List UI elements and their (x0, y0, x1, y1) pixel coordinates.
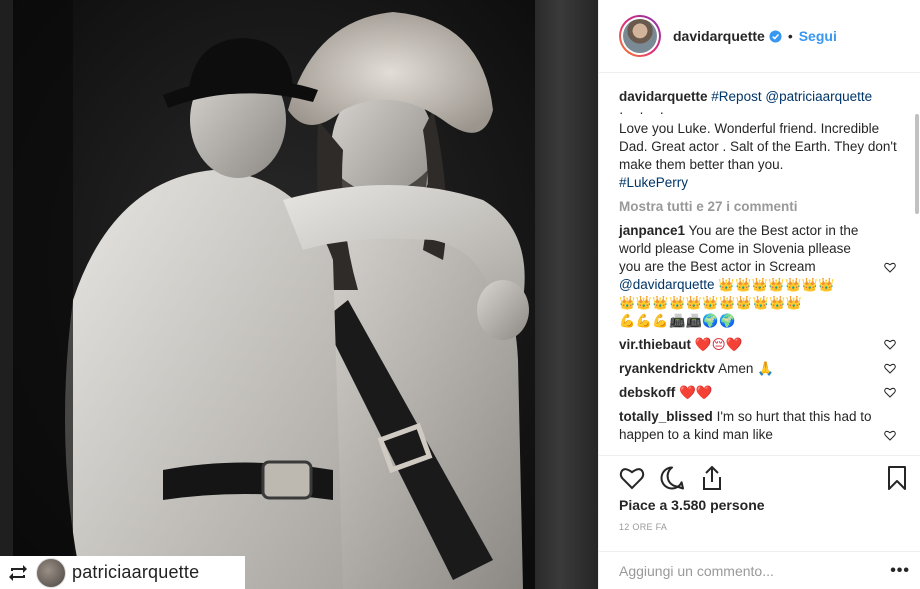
comment-like-icon[interactable] (884, 363, 896, 374)
comment-emojis: 👑👑👑👑👑👑👑👑👑👑👑 (619, 295, 803, 310)
add-comment-input[interactable] (619, 562, 869, 579)
repost-hashtag[interactable]: #Repost (711, 89, 761, 104)
header-separator: • (787, 28, 793, 44)
comment-username[interactable]: totally_blissed (619, 409, 713, 424)
post-timestamp[interactable]: 12 ORE FA (619, 522, 667, 532)
follow-button[interactable]: Segui (799, 28, 837, 44)
share-icon[interactable] (699, 465, 725, 491)
bookmark-icon[interactable] (884, 465, 910, 491)
bw-photo-print (13, 0, 541, 589)
comment-like-icon[interactable] (884, 339, 896, 350)
caption-hashtag[interactable]: #LukePerry (619, 174, 900, 192)
comment-text: ❤️😔❤️ (694, 337, 743, 352)
header-username[interactable]: davidarquette (673, 28, 765, 44)
comment-like-icon[interactable] (884, 387, 896, 398)
caption: davidarquette #Repost @patriciaarquette … (619, 88, 900, 192)
comments-list[interactable]: davidarquette #Repost @patriciaarquette … (599, 74, 920, 455)
repost-badge: patriciaarquette (0, 556, 245, 589)
comments-scrollbar[interactable] (914, 74, 920, 455)
post-header: davidarquette • Segui (599, 0, 920, 73)
comment-item: vir.thiebaut ❤️😔❤️ (619, 336, 900, 354)
comment-like-icon[interactable] (884, 262, 896, 273)
caption-text: Love you Luke. Wonderful friend. Incredi… (619, 121, 897, 172)
comment-item: ryankendricktv Amen 🙏 (619, 360, 900, 378)
avatar-image (623, 19, 657, 53)
repost-icon (6, 562, 30, 584)
comment-item: janpance1 You are the Best actor in the … (619, 222, 900, 330)
comment-item: totally_blissed I'm so hurt that this ha… (619, 408, 900, 444)
photo-background-edge (535, 0, 598, 589)
photo-illustration (13, 0, 541, 589)
comment-username[interactable]: debskoff (619, 385, 675, 400)
comment-icon[interactable] (659, 465, 685, 491)
comment-emojis: 💪💪💪📠📠🌍🌍 (619, 313, 736, 328)
comment-like-icon[interactable] (884, 430, 896, 441)
post-sidebar: davidarquette • Segui davidarquette #Rep… (598, 0, 920, 589)
action-bar (599, 455, 920, 500)
heart-icon[interactable] (619, 465, 645, 491)
comment-text: Amen 🙏 (718, 361, 774, 376)
show-all-comments-link[interactable]: Mostra tutti e 27 i commenti (619, 198, 900, 216)
likes-count[interactable]: Piace a 3.580 persone (619, 497, 765, 513)
caption-username[interactable]: davidarquette (619, 89, 708, 104)
post-photo[interactable]: patriciaarquette (0, 0, 598, 589)
comment-username[interactable]: janpance1 (619, 223, 685, 238)
more-options-button[interactable]: ••• (890, 562, 910, 580)
comment-text: ❤️❤️ (679, 385, 713, 400)
repost-avatar (36, 557, 66, 588)
caption-mention[interactable]: @patriciaarquette (765, 89, 872, 104)
repost-username: patriciaarquette (72, 562, 200, 582)
comment-emojis: 👑👑👑👑👑👑👑 (718, 277, 836, 292)
verified-badge-icon (769, 29, 782, 43)
comment-item: debskoff ❤️❤️ (619, 384, 900, 402)
comment-username[interactable]: ryankendricktv (619, 361, 715, 376)
add-comment-bar: ••• (599, 551, 920, 589)
comment-username[interactable]: vir.thiebaut (619, 337, 691, 352)
comment-mention[interactable]: @davidarquette (619, 277, 715, 292)
scrollbar-thumb[interactable] (915, 114, 919, 214)
instagram-post: patriciaarquette davidarquette • Segui d… (0, 0, 920, 589)
caption-dots: · · · (619, 105, 670, 120)
avatar[interactable] (619, 15, 661, 57)
